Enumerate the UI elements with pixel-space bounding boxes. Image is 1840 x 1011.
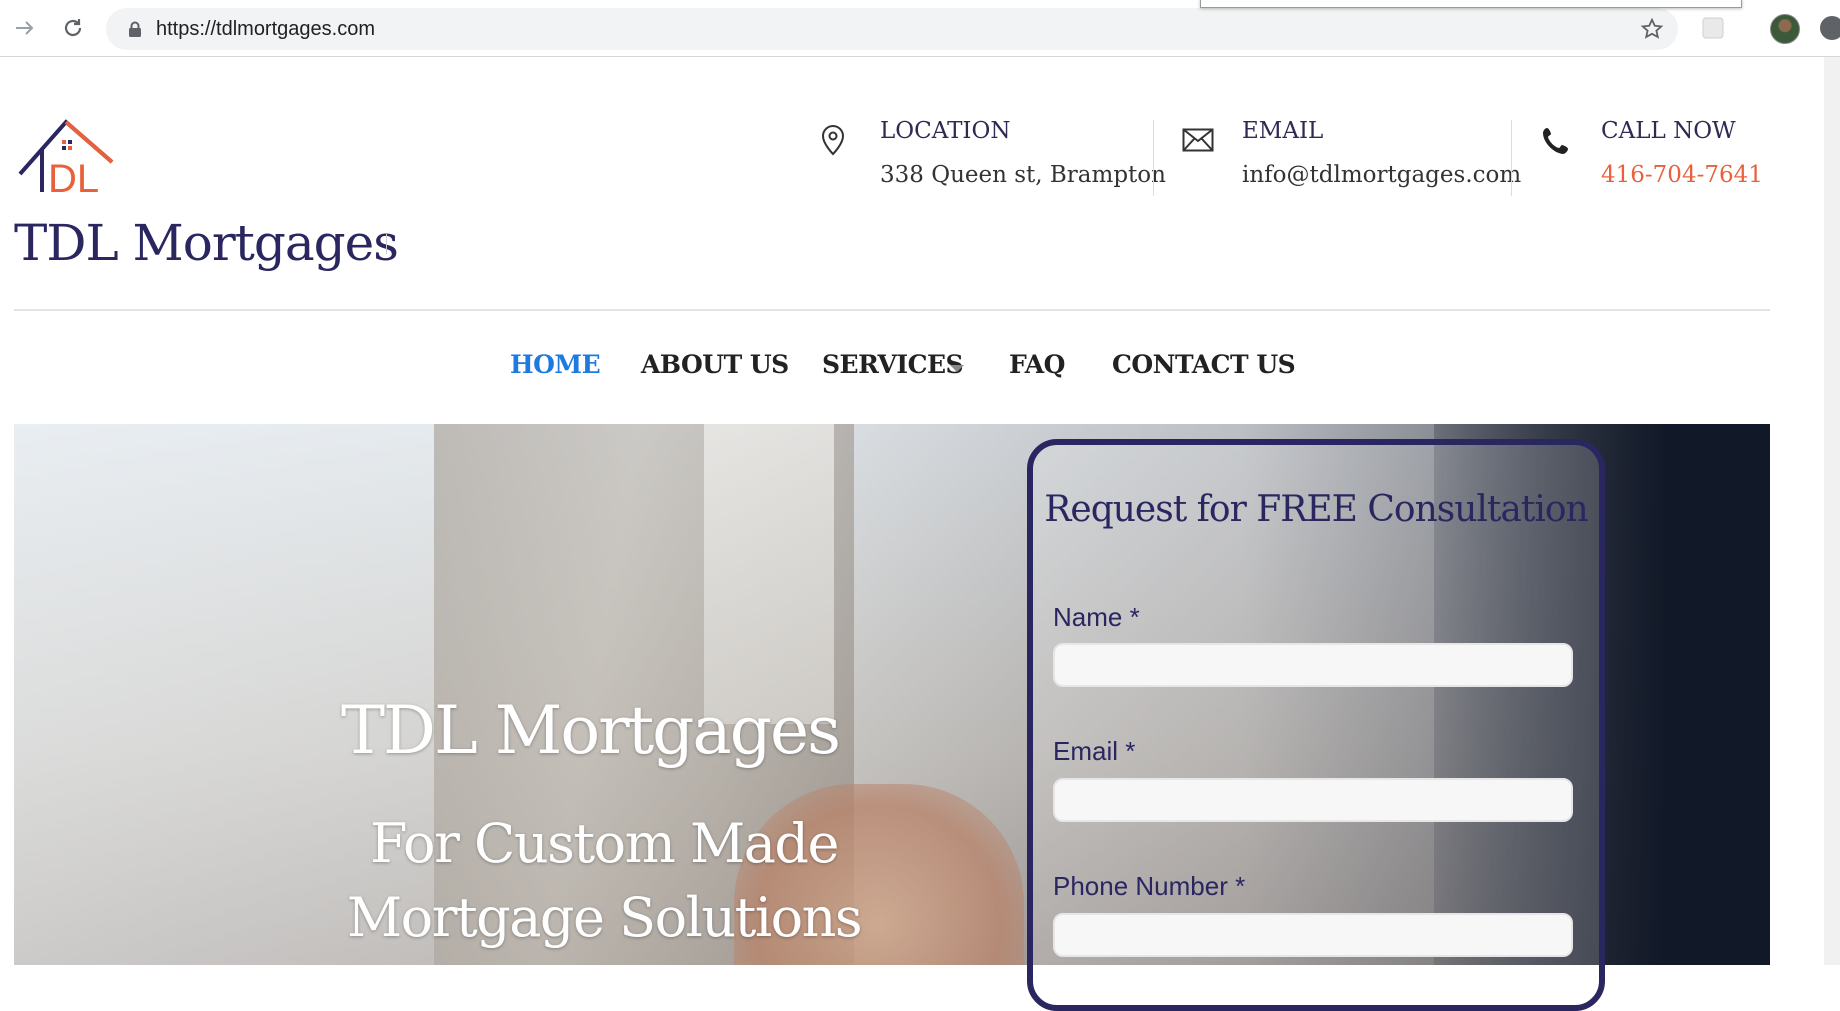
brand-name[interactable]: TDL Mortgages (14, 214, 399, 272)
svg-text:DL: DL (48, 157, 99, 194)
nav-item-contact-us[interactable]: CONTACT US (1112, 350, 1296, 379)
consultation-form: Request for FREE Consultation Name * Ema… (1027, 439, 1605, 1011)
hero-image-shirt (704, 424, 834, 724)
name-label: Name * (1053, 602, 1140, 632)
nav-item-faq[interactable]: FAQ (1009, 350, 1065, 379)
info-divider (1511, 120, 1512, 196)
location-value: 338 Queen st, Brampton (880, 162, 1166, 188)
name-field[interactable] (1053, 643, 1573, 687)
email-label: EMAIL (1242, 118, 1324, 144)
email-label: Email * (1053, 736, 1136, 766)
email-field[interactable] (1053, 778, 1573, 822)
reload-icon (64, 19, 82, 37)
scrollbar[interactable] (1824, 57, 1840, 965)
nav-item-services[interactable]: SERVICES (822, 350, 964, 379)
info-divider (1153, 120, 1154, 196)
main-navigation: HOME ABOUT US SERVICES FAQ CONTACT US (0, 350, 1800, 390)
puzzle-icon (1702, 17, 1724, 39)
brand-divider (386, 234, 387, 254)
url-text[interactable]: https://tdlmortgages.com (156, 18, 375, 41)
nav-item-about-us[interactable]: ABOUT US (641, 350, 789, 379)
browser-toolbar: https://tdlmortgages.com (0, 0, 1840, 57)
browser-menu-icon[interactable] (1820, 16, 1840, 40)
arrow-right-icon (16, 21, 34, 35)
chevron-down-icon[interactable] (950, 365, 964, 372)
email-info: EMAIL info@tdlmortgages.com (1182, 118, 1521, 198)
hero-subtitle: For Custom Made Mortgage Solutions (346, 812, 863, 949)
lock-icon (129, 21, 141, 37)
envelope-icon (1182, 128, 1214, 152)
extension-icon[interactable] (1700, 15, 1726, 41)
form-title: Request for FREE Consultation (1044, 489, 1588, 530)
popup-edge (1200, 0, 1742, 8)
nav-item-home[interactable]: HOME (510, 350, 601, 379)
profile-avatar[interactable] (1770, 14, 1800, 44)
call-label: CALL NOW (1601, 118, 1736, 144)
hero-title: TDL Mortgages (341, 692, 841, 769)
address-bar[interactable]: https://tdlmortgages.com (106, 8, 1678, 50)
map-pin-icon (821, 124, 845, 156)
call-info: CALL NOW 416-704-7641 (1541, 118, 1771, 198)
reload-button[interactable] (58, 13, 88, 43)
location-label: LOCATION (880, 118, 1011, 144)
phone-icon (1543, 128, 1568, 154)
call-value[interactable]: 416-704-7641 (1601, 162, 1763, 188)
email-value[interactable]: info@tdlmortgages.com (1242, 162, 1521, 188)
phone-label: Phone Number * (1053, 871, 1246, 901)
location-info: LOCATION 338 Queen st, Brampton (820, 118, 1166, 198)
phone-field[interactable] (1053, 913, 1573, 957)
star-icon[interactable] (1640, 17, 1664, 41)
forward-button[interactable] (10, 13, 40, 43)
header-divider (14, 309, 1770, 311)
house-logo-icon[interactable]: DL (18, 118, 118, 201)
